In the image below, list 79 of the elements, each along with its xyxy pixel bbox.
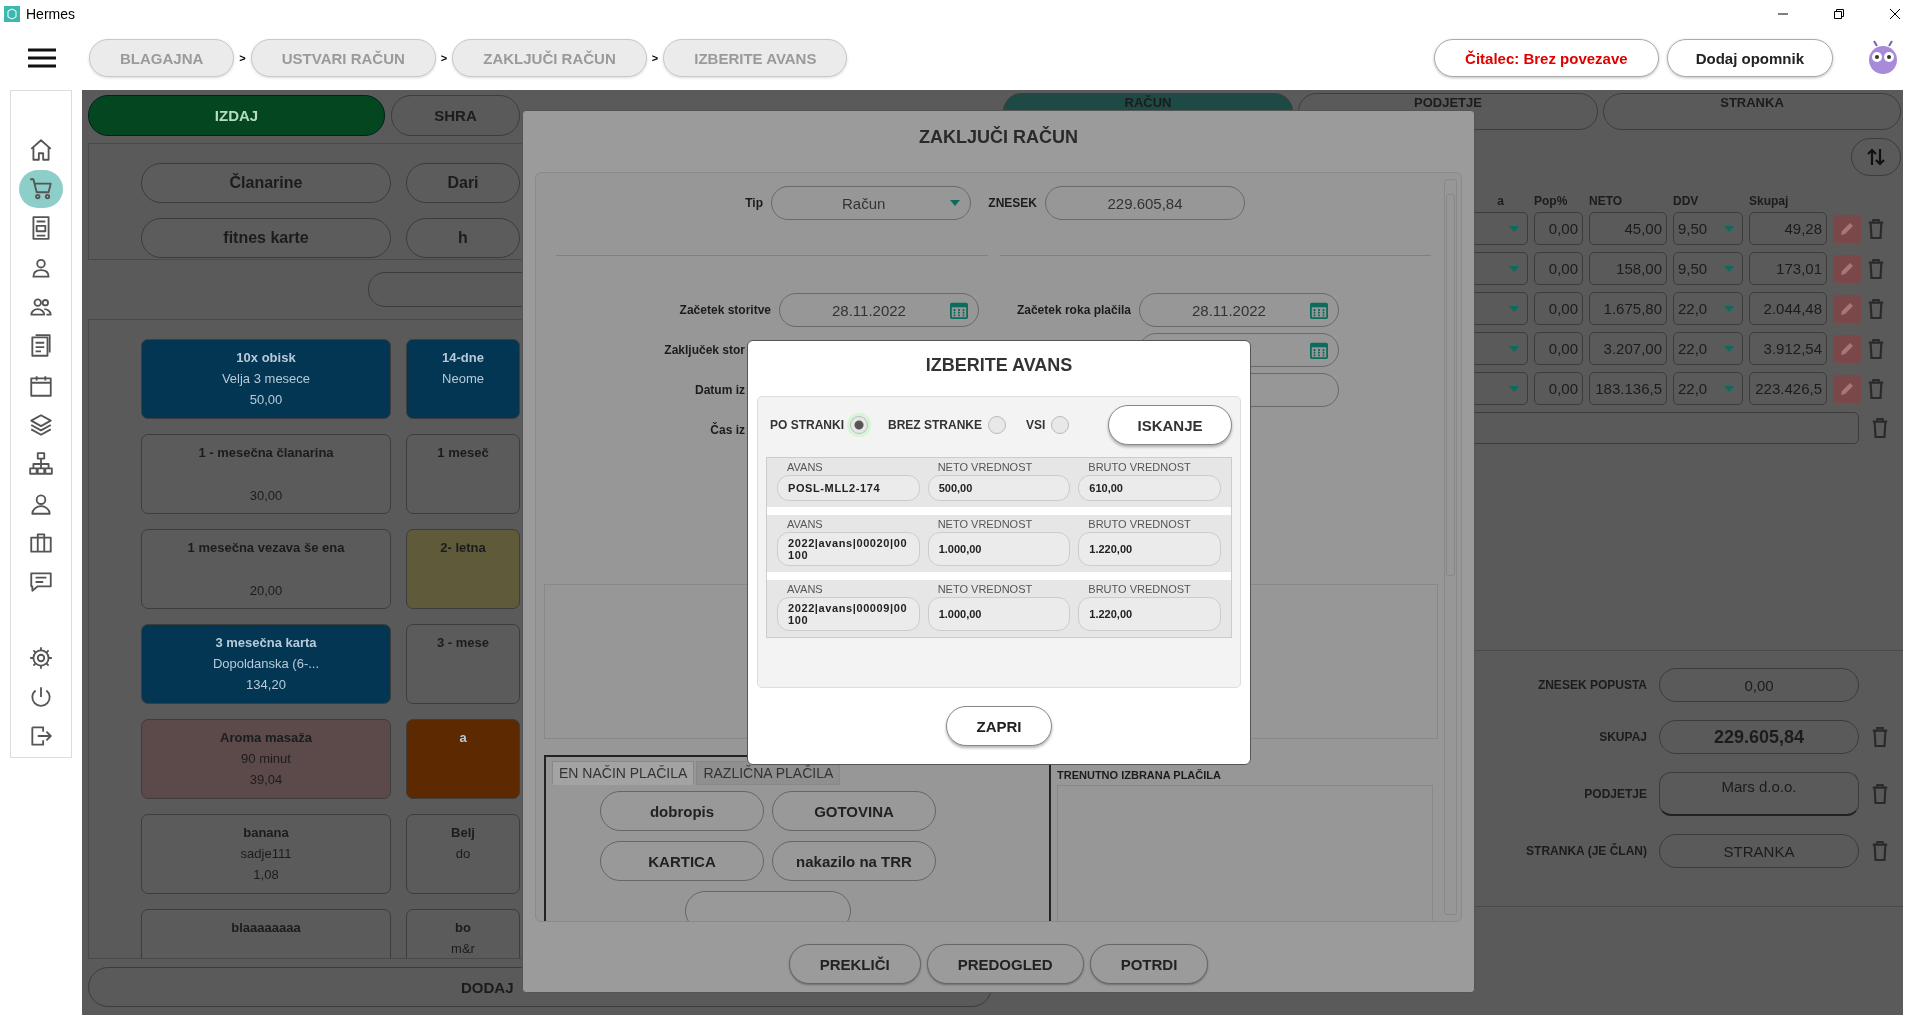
summary-label: ZNESEK POPUSTA	[1536, 678, 1647, 692]
product-name: 1 mesečna vezava še ena	[187, 540, 345, 555]
gross-label: BRUTO VREDNOST	[1087, 583, 1192, 595]
net-field: 1.000,00	[927, 532, 1071, 566]
vat-value: 22,0	[1678, 340, 1708, 357]
field-label: Začetek storitve	[678, 303, 771, 317]
selected-payments-label: TRENUTNO IZBRANA PLAČILA	[1057, 769, 1222, 781]
product-name: Aroma masaža	[220, 730, 312, 745]
column-header: DDV	[1673, 194, 1700, 208]
product-name: 1 meseč	[437, 445, 489, 460]
date-value: 28.11.2022	[1192, 301, 1266, 319]
filter-label: PO STRANKI	[770, 418, 844, 432]
product-name: 3 mesečna karta	[215, 635, 317, 650]
net-field: 500,00	[927, 475, 1071, 501]
column-header: Pop%	[1534, 194, 1569, 208]
advance-field: 2022|avans|00020|00100	[777, 532, 920, 566]
vat-value: 9,50	[1678, 260, 1708, 277]
product-subtitle: 90 minut	[241, 751, 291, 766]
product-name: 10x obisk	[236, 350, 296, 365]
product-subtitle: m&r	[451, 941, 475, 956]
column-header: NETO	[1589, 194, 1624, 208]
product-name: blaaaaaaaa	[231, 920, 301, 935]
product-subtitle: Velja 3 mesece	[221, 371, 311, 386]
net-label: NETO VREDNOST	[936, 583, 1034, 595]
column-header: a	[1496, 194, 1505, 208]
dialog-title: ZAKLJUČI RAČUN	[918, 127, 1079, 148]
product-subtitle: Dopoldanska (6-...	[212, 656, 320, 671]
type-value: Račun	[842, 194, 886, 212]
product-subtitle: do	[455, 846, 471, 861]
vat-value: 22,0	[1678, 300, 1708, 317]
gross-field: 610,00	[1078, 475, 1221, 501]
product-name: a	[459, 730, 467, 745]
field-label: Začetek roka plačila	[1015, 303, 1131, 317]
product-name: 3 - mese	[436, 635, 489, 650]
field-label: Datum iz	[694, 383, 746, 397]
window-title: Hermes	[26, 6, 75, 22]
gross-field: 1.220,00	[1078, 532, 1221, 566]
amount-label: ZNESEK	[987, 196, 1037, 210]
advance-field: POSL-MLL2-174	[777, 475, 920, 501]
product-price: 30,00	[249, 488, 283, 503]
advance-label: AVANS	[786, 461, 824, 473]
breadcrumb-separator: >	[651, 52, 659, 64]
gross-field: 1.220,00	[1078, 597, 1221, 631]
product-price: 134,20	[246, 677, 286, 692]
field-label: Čas iz	[709, 423, 746, 437]
product-name: Belj	[451, 825, 475, 840]
product-name: 2- letna	[440, 540, 486, 555]
type-label: Tip	[744, 196, 763, 210]
advance-field: 2022|avans|00009|00100	[777, 597, 920, 631]
breadcrumb-separator: >	[239, 52, 246, 64]
product-price: 50,00	[249, 392, 283, 407]
date-value: 28.11.2022	[832, 301, 906, 319]
summary-label: SKUPAJ	[1598, 730, 1647, 744]
net-label: NETO VREDNOST	[936, 461, 1034, 473]
vat-value: 9,50	[1678, 220, 1708, 237]
net-label: NETO VREDNOST	[936, 518, 1034, 530]
net-field: 1.000,00	[927, 597, 1071, 631]
column-header: Skupaj	[1749, 194, 1790, 208]
gross-label: BRUTO VREDNOST	[1087, 461, 1192, 473]
product-price: 20,00	[249, 583, 283, 598]
product-name: banana	[243, 825, 289, 840]
breadcrumb-separator: >	[440, 52, 448, 64]
gross-label: BRUTO VREDNOST	[1087, 518, 1192, 530]
product-price: 39,04	[249, 772, 283, 787]
product-subtitle: sadje111	[240, 846, 292, 861]
vat-value: 22,0	[1678, 380, 1708, 397]
product-name: bo	[455, 920, 471, 935]
advance-label: AVANS	[786, 518, 824, 530]
dialog-title: IZBERITE AVANS	[925, 355, 1073, 376]
summary-label: PODJETJE	[1583, 787, 1647, 801]
advance-label: AVANS	[786, 583, 824, 595]
filter-label: VSI	[1026, 418, 1046, 432]
product-subtitle: Neome	[442, 371, 484, 386]
filter-label: BREZ STRANKE	[888, 418, 983, 432]
product-name: 1 - mesečna članarina	[198, 445, 334, 460]
field-label: Zaključek stor	[663, 343, 746, 357]
product-price: 1,08	[253, 867, 279, 882]
product-name: 14-dne	[442, 350, 484, 365]
summary-label: STRANKA (JE ČLAN)	[1525, 844, 1647, 858]
